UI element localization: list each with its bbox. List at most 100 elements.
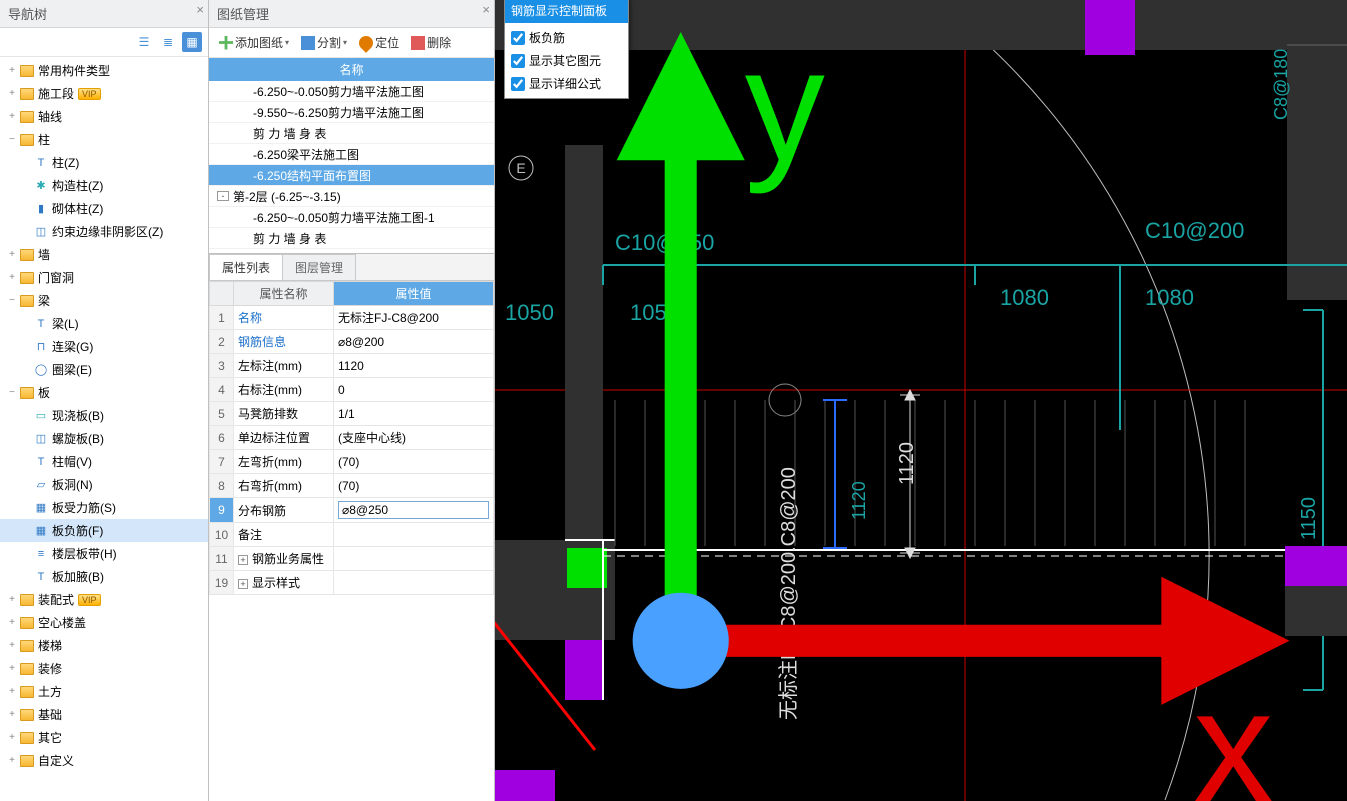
tree-item[interactable]: ≡楼层板带(H) <box>0 542 208 565</box>
close-icon[interactable]: × <box>196 2 204 17</box>
tree-item[interactable]: T柱帽(V) <box>0 450 208 473</box>
property-row[interactable]: 10备注 <box>210 523 494 547</box>
property-row[interactable]: 4右标注(mm)0 <box>210 378 494 402</box>
tree-item[interactable]: ◫ 约束边缘非阴影区(Z) <box>0 220 208 243</box>
property-row[interactable]: 2钢筋信息⌀8@200 <box>210 330 494 354</box>
tree-item[interactable]: ▮砌体柱(Z) <box>0 197 208 220</box>
type-icon: ◫ <box>34 225 48 239</box>
property-name: 左弯折(mm) <box>238 455 302 469</box>
tree-group[interactable]: +基础 <box>0 703 208 726</box>
tree-label: 柱(Z) <box>52 154 79 171</box>
expander-icon[interactable]: + <box>238 555 248 565</box>
property-name: 分布钢筋 <box>238 504 286 518</box>
tree-item[interactable]: ▦板负筋(F) <box>0 519 208 542</box>
tree-group[interactable]: +自定义 <box>0 749 208 772</box>
tree-group[interactable]: −板 <box>0 381 208 404</box>
view-list-icon[interactable]: ≣ <box>158 32 178 52</box>
locate-button[interactable]: 定位 <box>355 32 403 53</box>
tree-group[interactable]: +装配式VIP <box>0 588 208 611</box>
tree-item[interactable]: ◯圈梁(E) <box>0 358 208 381</box>
drawing-row[interactable]: 剪 力 墙 身 表 <box>209 123 494 144</box>
tree-group[interactable]: +装修 <box>0 657 208 680</box>
tree-group[interactable]: +施工段VIP <box>0 82 208 105</box>
property-value: (支座中心线) <box>338 431 406 445</box>
tree-item[interactable]: ◫螺旋板(B) <box>0 427 208 450</box>
property-row[interactable]: 1名称无标注FJ-C8@200 <box>210 306 494 330</box>
tree-group[interactable]: −梁 <box>0 289 208 312</box>
tree-item[interactable]: T 梁(L) <box>0 312 208 335</box>
split-button[interactable]: 分割▾ <box>297 32 351 53</box>
tree-item[interactable]: T柱(Z) <box>0 151 208 174</box>
drawing-label: 第-2层 (-6.25~-3.15) <box>233 188 341 205</box>
chevron-icon: + <box>6 663 18 675</box>
property-value: ⌀8@200 <box>338 335 384 349</box>
tree-label: 约束边缘非阴影区(Z) <box>52 223 163 240</box>
tree-group[interactable]: +常用构件类型 <box>0 59 208 82</box>
property-row[interactable]: 9 分布钢筋 <box>210 498 494 523</box>
drawing-canvas[interactable]: E 6 C8@180 C10@150 1050 1050 C10@200 108… <box>495 0 1347 801</box>
property-row[interactable]: 7左弯折(mm)(70) <box>210 450 494 474</box>
svg-text:x: x <box>1193 656 1273 801</box>
tree-item[interactable]: ▦板受力筋(S) <box>0 496 208 519</box>
property-value: (70) <box>338 455 359 469</box>
property-row[interactable]: 11+钢筋业务属性 <box>210 547 494 571</box>
nav-title-text: 导航树 <box>8 7 47 22</box>
drawing-row[interactable]: -6.250结构平面布置图 <box>209 165 494 186</box>
tab-layers[interactable]: 图层管理 <box>282 254 356 280</box>
drawing-row[interactable]: -6.250~-0.050剪力墙平法施工图-1 <box>209 207 494 228</box>
drawing-row[interactable]: 剪 力 墙 身 表 <box>209 228 494 249</box>
close-icon[interactable]: × <box>482 2 490 17</box>
property-row[interactable]: 19+显示样式 <box>210 571 494 595</box>
row-index: 5 <box>210 402 234 426</box>
nav-tree[interactable]: +常用构件类型+施工段VIP+轴线−柱T柱(Z)✱构造柱(Z)▮砌体柱(Z)◫约… <box>0 57 208 801</box>
nav-title: 导航树 × <box>0 0 208 28</box>
row-index: 10 <box>210 523 234 547</box>
type-icon: T <box>34 317 48 331</box>
drawing-row[interactable]: -9.550~-6.250剪力墙平法施工图 <box>209 102 494 123</box>
property-row[interactable]: 8右弯折(mm)(70) <box>210 474 494 498</box>
type-icon: T <box>34 455 48 469</box>
tree-label: 梁(L) <box>52 315 79 332</box>
view-grid-icon[interactable]: ▦ <box>182 32 202 52</box>
tree-group[interactable]: +轴线 <box>0 105 208 128</box>
expander-icon[interactable]: + <box>238 579 248 589</box>
tree-item[interactable]: ▱板洞(N) <box>0 473 208 496</box>
property-name-link[interactable]: 名称 <box>238 311 262 325</box>
drawings-title-text: 图纸管理 <box>217 7 269 22</box>
tree-label: 板负筋(F) <box>52 522 103 539</box>
tree-label: 板加腋(B) <box>52 568 104 585</box>
tree-label: 圈梁(E) <box>52 361 92 378</box>
tab-properties[interactable]: 属性列表 <box>209 254 283 280</box>
add-drawing-button[interactable]: 添加图纸▾ <box>215 32 293 53</box>
property-value-input[interactable] <box>338 501 489 519</box>
tree-label: 常用构件类型 <box>38 62 110 79</box>
tree-group[interactable]: +墙 <box>0 243 208 266</box>
property-row[interactable]: 5马凳筋排数1/1 <box>210 402 494 426</box>
tree-item[interactable]: ✱构造柱(Z) <box>0 174 208 197</box>
type-icon: ▮ <box>34 202 48 216</box>
chevron-icon: − <box>6 134 18 146</box>
drawing-row[interactable]: -第-2层 (-6.25~-3.15) <box>209 186 494 207</box>
tree-item[interactable]: T板加腋(B) <box>0 565 208 588</box>
property-name: 钢筋业务属性 <box>252 552 324 566</box>
view-tree-icon[interactable]: ☰ <box>134 32 154 52</box>
drawing-row[interactable]: -6.250~-0.050剪力墙平法施工图 <box>209 81 494 102</box>
tree-group[interactable]: +楼梯 <box>0 634 208 657</box>
drawing-tree[interactable]: -6.250~-0.050剪力墙平法施工图-9.550~-6.250剪力墙平法施… <box>209 81 494 253</box>
property-tabs: 属性列表 图层管理 <box>209 254 494 281</box>
tree-item[interactable]: ⊓连梁(G) <box>0 335 208 358</box>
folder-icon <box>20 387 34 399</box>
tree-item[interactable]: ▭现浇板(B) <box>0 404 208 427</box>
property-row[interactable]: 3左标注(mm)1120 <box>210 354 494 378</box>
tree-group[interactable]: −柱 <box>0 128 208 151</box>
property-row[interactable]: 6单边标注位置(支座中心线) <box>210 426 494 450</box>
tree-group[interactable]: +空心楼盖 <box>0 611 208 634</box>
row-index: 9 <box>210 498 234 523</box>
drawing-row[interactable]: -6.250梁平法施工图 <box>209 144 494 165</box>
delete-button[interactable]: 删除 <box>407 32 455 53</box>
tree-group[interactable]: +土方 <box>0 680 208 703</box>
property-value: 无标注FJ-C8@200 <box>338 311 439 325</box>
tree-group[interactable]: +其它 <box>0 726 208 749</box>
property-name-link[interactable]: 钢筋信息 <box>238 335 286 349</box>
tree-group[interactable]: +门窗洞 <box>0 266 208 289</box>
